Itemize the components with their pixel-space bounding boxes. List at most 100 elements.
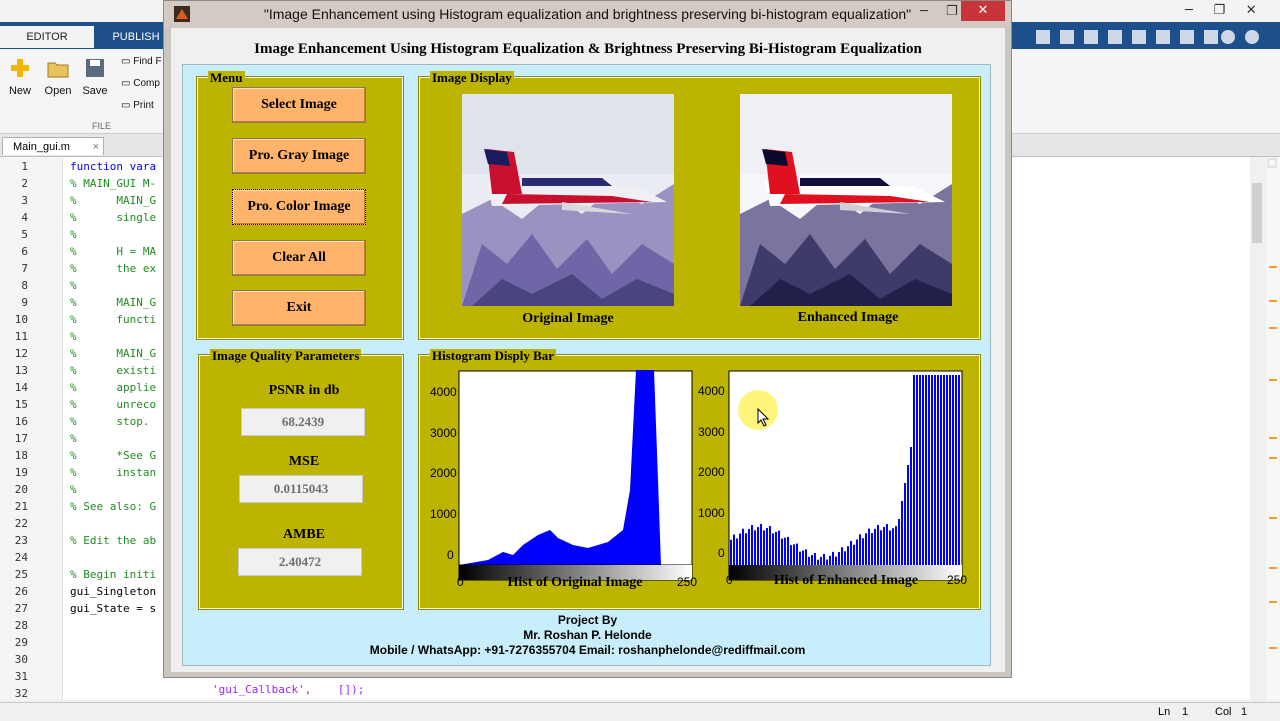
line-number: 10 — [14, 313, 28, 326]
code-analyzer-bar — [1266, 157, 1280, 700]
code-line: % unreco — [70, 398, 157, 411]
process-gray-image-button[interactable]: Pro. Gray Image — [232, 138, 366, 174]
code-line: % — [70, 330, 77, 343]
code-line: % single — [70, 211, 157, 224]
matlab-window-controls[interactable]: ─ ❐ ✕ — [1185, 3, 1257, 18]
psnr-label: PSNR in db — [268, 383, 340, 398]
code-line: function vara — [70, 160, 157, 173]
line-number: 21 — [14, 500, 28, 513]
gui-heading: Image Enhancement Using Histogram Equali… — [254, 41, 922, 57]
code-line: % MAIN_G — [70, 296, 157, 309]
close-window-button[interactable]: ✕ — [961, 1, 1005, 21]
histogram-panel: Histogram Disply Bar 4000 3000 2000 1000… — [418, 349, 981, 610]
ytick-left-2000: 2000 — [430, 466, 457, 480]
gui-titlebar[interactable]: "Image Enhancement using Histogram equal… — [164, 1, 1011, 27]
minimize-icon[interactable]: ─ — [920, 4, 928, 19]
ytick-right-1000: 1000 — [698, 506, 725, 520]
gui-client-area: Image Enhancement Using Histogram Equali… — [171, 28, 1005, 672]
compare-button[interactable]: ▭ Comp — [121, 78, 160, 89]
code-line: % instan — [70, 466, 157, 479]
image-display-panel: Image Display Original Image Enhanced Im… — [418, 71, 981, 340]
close-icon[interactable]: × — [93, 138, 99, 156]
code-line: % — [70, 483, 77, 496]
line-number: 24 — [14, 551, 28, 564]
line-number: 15 — [14, 398, 28, 411]
tab-editor[interactable]: EDITOR — [0, 26, 94, 48]
code-analyzer-marks — [1267, 158, 1277, 649]
psnr-value-field[interactable]: 68.2439 — [241, 408, 365, 436]
line-number: 18 — [14, 449, 28, 462]
line-number: 6 — [21, 245, 28, 258]
ytick-left-0: 0 — [447, 548, 454, 562]
editor-scrollbar[interactable] — [1250, 157, 1264, 700]
new-file-icon — [9, 57, 31, 79]
code-line-bottom: 'gui_Callback', []); — [212, 683, 365, 696]
ytick-right-0: 0 — [718, 546, 725, 560]
image-display-title: Image Display — [430, 70, 514, 85]
line-number: 3 — [21, 194, 28, 207]
code-line: % existi — [70, 364, 157, 377]
line-number: 16 — [14, 415, 28, 428]
line-number: 17 — [14, 432, 28, 445]
menu-panel: Menu Select Image Pro. Gray Image Pro. C… — [196, 71, 404, 340]
line-number: 1 — [21, 160, 28, 173]
histogram-panel-title: Histogram Disply Bar — [430, 348, 557, 363]
gui-window-title: "Image Enhancement using Histogram equal… — [263, 6, 912, 22]
line-number: 4 — [21, 211, 28, 224]
ytick-left-4000: 4000 — [430, 385, 457, 399]
select-image-button[interactable]: Select Image — [232, 87, 366, 123]
maximize-icon[interactable]: ❐ — [946, 4, 958, 19]
code-line: % applie — [70, 381, 157, 394]
enhanced-image-caption: Enhanced Image — [797, 310, 899, 325]
code-line: % H = MA — [70, 245, 157, 258]
status-bar: Ln 1 Col 1 — [0, 702, 1280, 721]
open-button[interactable]: Open — [38, 57, 78, 97]
gui-main-panel: Menu Select Image Pro. Gray Image Pro. C… — [182, 64, 991, 666]
line-number: 25 — [14, 568, 28, 581]
status-col-value: 1 — [1241, 706, 1248, 718]
exit-button[interactable]: Exit — [232, 290, 366, 326]
find-files-button[interactable]: ▭ Find F — [121, 56, 162, 67]
mse-value-field[interactable]: 0.0115043 — [239, 475, 363, 503]
file-tab-main-gui[interactable]: Main_gui.m × — [2, 137, 104, 155]
clear-all-button[interactable]: Clear All — [232, 240, 366, 276]
ambe-value-field[interactable]: 2.40472 — [238, 548, 362, 576]
code-line: % MAIN_G — [70, 194, 157, 207]
code-line: % stop. — [70, 415, 150, 428]
matlab-quick-access — [1012, 27, 1280, 47]
ytick-left-1000: 1000 — [430, 507, 457, 521]
print-button[interactable]: ▭ Print — [121, 100, 154, 111]
line-number: 19 — [14, 466, 28, 479]
line-number: 13 — [14, 364, 28, 377]
line-number: 22 — [14, 517, 28, 530]
line-number: 27 — [14, 602, 28, 615]
scrollbar-thumb[interactable] — [1252, 183, 1262, 243]
mouse-pointer-icon — [757, 408, 770, 427]
line-number: 23 — [14, 534, 28, 547]
code-line: % the ex — [70, 262, 157, 275]
code-line: % *See G — [70, 449, 157, 462]
line-number: 12 — [14, 347, 28, 360]
line-number: 28 — [14, 619, 28, 632]
process-color-image-button[interactable]: Pro. Color Image — [232, 189, 366, 225]
line-number: 29 — [14, 636, 28, 649]
tab-publish[interactable]: PUBLISH — [106, 26, 166, 48]
original-image — [462, 94, 674, 306]
folder-icon — [47, 57, 69, 79]
new-button[interactable]: New — [0, 57, 40, 97]
save-button[interactable]: Save — [75, 57, 115, 97]
line-number: 30 — [14, 653, 28, 666]
code-line: % Begin initi — [70, 568, 157, 581]
line-number: 9 — [21, 296, 28, 309]
enhanced-image — [740, 94, 952, 306]
line-number: 2 — [21, 177, 28, 190]
status-ln-label: Ln — [1158, 706, 1171, 718]
enhanced-histogram-caption: Hist of Enhanced Image — [773, 573, 919, 588]
line-number: 8 — [21, 279, 28, 292]
quality-parameters-title: Image Quality Parameters — [210, 348, 362, 363]
footer-line-author: Mr. Roshan P. Helonde — [523, 628, 652, 642]
code-line: % Edit the ab — [70, 534, 157, 547]
code-line: gui_Singleton — [70, 585, 157, 598]
code-line: % — [70, 279, 77, 292]
footer-line-contact: Mobile / WhatsApp: +91-7276355704 Email:… — [369, 643, 806, 657]
